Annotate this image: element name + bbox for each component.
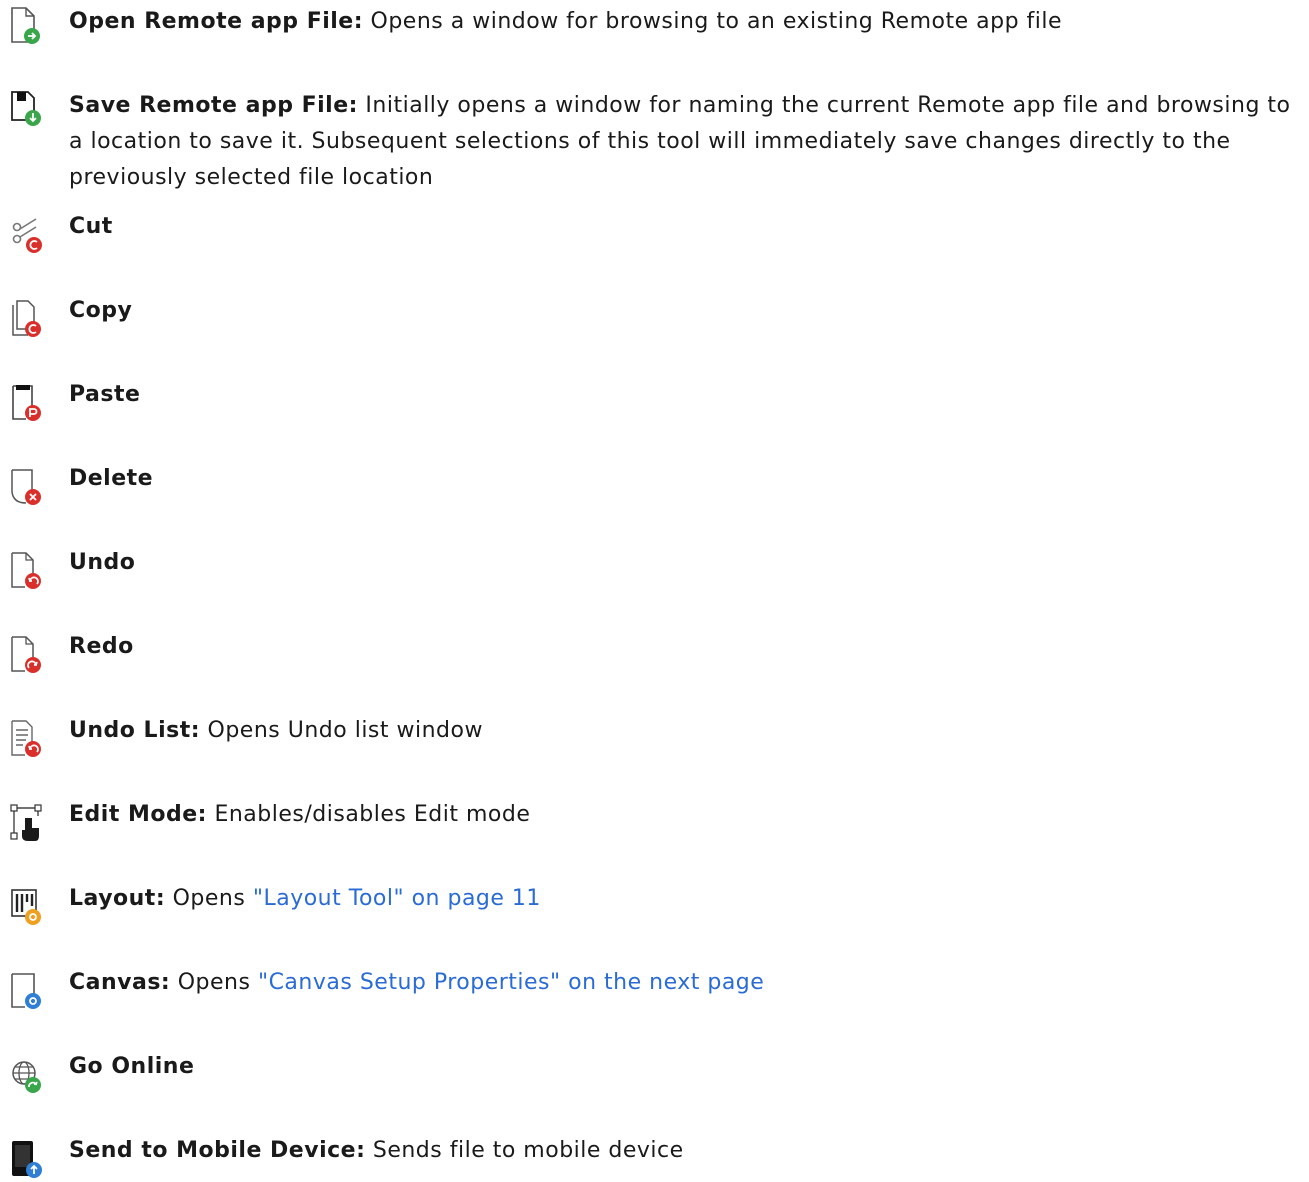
item-text: Paste [69, 380, 1305, 410]
item-text: Save Remote app File: Initially opens a … [69, 88, 1305, 196]
item-term: Open Remote app File: [69, 9, 364, 34]
item-term: Layout: [69, 886, 166, 911]
item-term: Go Online [69, 1054, 195, 1079]
mobile-device-icon[interactable] [8, 1138, 44, 1178]
undo-icon[interactable] [8, 550, 44, 590]
item-term: Copy [69, 298, 133, 323]
item-text: Go Online [69, 1052, 1305, 1082]
item-text: Send to Mobile Device: Sends file to mob… [69, 1136, 1305, 1166]
item-description: Opens a window for browsing to an existi… [363, 9, 1063, 34]
item-text: Canvas: Opens "Canvas Setup Properties" … [69, 968, 1305, 998]
edit-mode-icon[interactable] [8, 802, 44, 842]
item-term: Canvas: [69, 970, 171, 995]
paste-icon[interactable] [8, 382, 44, 422]
item-term: Undo [69, 550, 136, 575]
item-description: Sends file to mobile device [365, 1138, 684, 1163]
save-file-icon[interactable] [8, 90, 44, 130]
item-term: Paste [69, 382, 141, 407]
item-term: Delete [69, 466, 154, 491]
item-description: Opens [170, 970, 258, 995]
globe-icon[interactable] [8, 1054, 44, 1094]
redo-icon[interactable] [8, 634, 44, 674]
item-term: Edit Mode: [69, 802, 207, 827]
item-text: Open Remote app File: Opens a window for… [69, 7, 1305, 37]
item-text: Layout: Opens "Layout Tool" on page 11 [69, 884, 1305, 914]
item-description: Opens [165, 886, 253, 911]
item-description: Opens Undo list window [200, 718, 483, 743]
copy-icon[interactable] [8, 298, 44, 338]
item-text: Edit Mode: Enables/disables Edit mode [69, 800, 1305, 830]
open-file-icon[interactable] [8, 5, 44, 45]
item-description: Enables/disables Edit mode [206, 802, 531, 827]
item-text: Copy [69, 296, 1305, 326]
canvas-icon[interactable] [8, 970, 44, 1010]
item-text: Undo [69, 548, 1305, 578]
item-text: Undo List: Opens Undo list window [69, 716, 1305, 746]
undo-list-icon[interactable] [8, 718, 44, 758]
item-term: Send to Mobile Device: [69, 1138, 366, 1163]
cut-icon[interactable] [8, 214, 44, 254]
item-term: Undo List: [69, 718, 201, 743]
layout-icon[interactable] [8, 886, 44, 926]
item-text: Cut [69, 212, 1305, 242]
canvas-setup-link[interactable]: "Canvas Setup Properties" on the next pa… [258, 970, 764, 995]
item-term: Cut [69, 214, 113, 239]
delete-icon[interactable] [8, 466, 44, 506]
item-text: Redo [69, 632, 1305, 662]
layout-tool-link[interactable]: "Layout Tool" on page 11 [253, 886, 541, 911]
item-term: Save Remote app File: [69, 93, 358, 118]
item-term: Redo [69, 634, 134, 659]
item-text: Delete [69, 464, 1305, 494]
